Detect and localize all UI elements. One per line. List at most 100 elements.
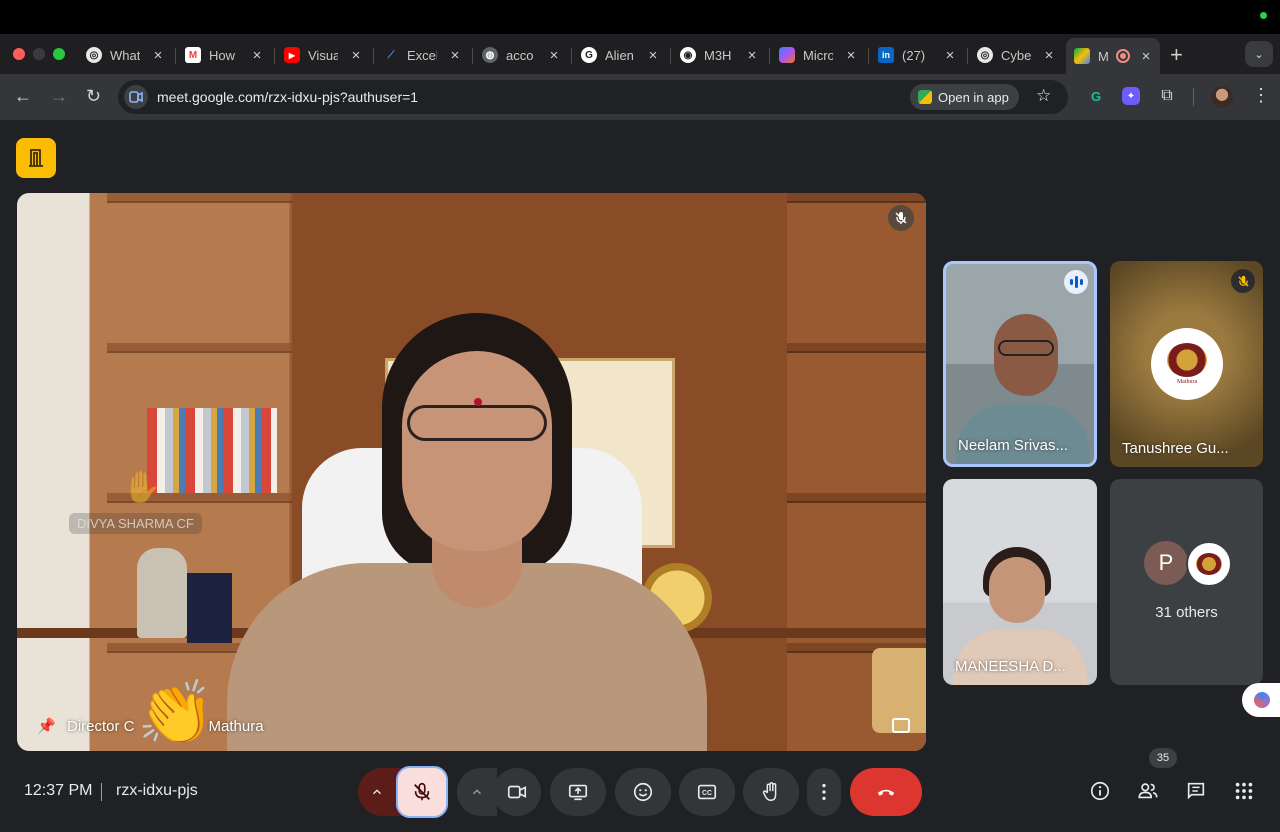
participant-name: Tanushree Gu...: [1122, 440, 1229, 457]
globe-icon: ◍: [482, 47, 498, 63]
present-screen-button[interactable]: [550, 768, 606, 816]
close-tab-icon[interactable]: ×: [647, 47, 659, 64]
captions-icon: CC: [697, 784, 717, 800]
participant-name: MANEESHA D...: [955, 658, 1066, 675]
hang-up-icon: [877, 789, 895, 796]
new-tab-button[interactable]: +: [1170, 42, 1183, 68]
participant-tile[interactable]: Mathura Tanushree Gu...: [1110, 261, 1263, 467]
chrome-menu-icon[interactable]: ⋮: [1252, 85, 1270, 106]
tab-chatgpt[interactable]: ◎ What ×: [86, 40, 176, 70]
activities-button[interactable]: [1231, 778, 1257, 804]
tab-podcast[interactable]: ◉ M3H ×: [680, 40, 770, 70]
ai-extension-icon[interactable]: ✦: [1122, 87, 1140, 105]
tab-grammarly[interactable]: G Alien ×: [581, 40, 671, 70]
profile-avatar[interactable]: [1211, 86, 1233, 108]
participant-tile[interactable]: Neelam Srivas...: [943, 261, 1097, 467]
close-tab-icon[interactable]: ×: [548, 47, 560, 64]
tab-title: M3H: [704, 47, 732, 63]
chatgpt-icon: ◎: [86, 47, 102, 63]
tab-cyber[interactable]: ◎ Cybe ×: [977, 40, 1055, 70]
meeting-time: 12:37 PM: [24, 782, 93, 799]
tab-excel[interactable]: ⟋ Excel ×: [383, 40, 473, 70]
leave-call-button[interactable]: [850, 768, 922, 816]
fit-to-frame-icon[interactable]: [892, 718, 910, 733]
reactions-button[interactable]: [615, 768, 671, 816]
close-window-button[interactable]: [13, 48, 25, 60]
emoji-icon: [633, 782, 653, 802]
recording-icon: [1116, 49, 1130, 63]
avatar: [1186, 541, 1232, 587]
url-text: meet.google.com/rzx-idxu-pjs?authuser=1: [157, 89, 419, 105]
tab-search-button[interactable]: ⌄: [1245, 41, 1273, 67]
main-video-tile[interactable]: ✋ DIVYA SHARMA CF 📌 Director C Mathura 👏: [17, 193, 926, 751]
site-info-icon[interactable]: [124, 85, 148, 109]
close-tab-icon[interactable]: ×: [152, 47, 164, 64]
address-bar[interactable]: meet.google.com/rzx-idxu-pjs?authuser=1 …: [118, 80, 1068, 114]
speaker-person: [227, 313, 707, 751]
people-button[interactable]: [1135, 778, 1161, 804]
camera-icon: [507, 785, 527, 799]
youtube-icon: ▶: [284, 47, 300, 63]
close-tab-icon[interactable]: ×: [944, 47, 956, 64]
back-icon[interactable]: ←: [14, 86, 32, 107]
apps-grid-icon: [1235, 782, 1253, 800]
participant-name: Neelam Srivas...: [958, 437, 1069, 454]
more-options-button[interactable]: [807, 768, 841, 816]
camera-indicator-icon: [1260, 12, 1267, 19]
extensions-puzzle-icon[interactable]: ⧉: [1158, 87, 1176, 105]
tab-account[interactable]: ◍ acco ×: [482, 40, 572, 70]
tab-title: Micro: [803, 47, 833, 63]
tab-title: acco: [506, 47, 534, 63]
speaker-name-head: Director C: [67, 718, 135, 735]
meet-control-bar: 12:37 PM rzx-idxu-pjs CC 35: [0, 748, 1280, 832]
participant-tile[interactable]: MANEESHA D...: [943, 479, 1097, 685]
present-icon: [568, 784, 588, 801]
tab-meet-active[interactable]: M ×: [1066, 38, 1160, 74]
open-in-app-button[interactable]: Open in app: [910, 84, 1019, 110]
divider: [101, 783, 102, 801]
close-tab-icon[interactable]: ×: [449, 47, 461, 64]
hand-icon: [762, 782, 777, 801]
microphone-toggle-button[interactable]: [396, 766, 448, 818]
meet-icon: [1074, 48, 1090, 64]
chat-button[interactable]: [1183, 778, 1209, 804]
tab-linkedin[interactable]: in (27) ×: [878, 40, 968, 70]
linkedin-icon: in: [878, 47, 894, 63]
video-options-button[interactable]: [457, 768, 497, 816]
browser-toolbar: ← → ↻ meet.google.com/rzx-idxu-pjs?authu…: [0, 74, 1280, 120]
bookmark-star-icon[interactable]: ☆: [1036, 86, 1051, 106]
close-tab-icon[interactable]: ×: [1043, 47, 1055, 64]
meeting-details-button[interactable]: [1087, 778, 1113, 804]
tab-title: (27): [902, 47, 926, 63]
people-count-badge: 35: [1149, 748, 1177, 768]
tab-youtube[interactable]: ▶ Visua ×: [284, 40, 374, 70]
meet-app-icon: [918, 90, 932, 104]
raise-hand-button[interactable]: [743, 768, 799, 816]
avatar: P: [1144, 541, 1188, 585]
captions-button[interactable]: CC: [679, 768, 735, 816]
meet-stage: ✋ DIVYA SHARMA CF 📌 Director C Mathura 👏 …: [0, 120, 1280, 832]
muted-mic-icon: [888, 205, 914, 231]
copilot-icon: [779, 47, 795, 63]
reload-icon[interactable]: ↻: [86, 86, 101, 107]
close-tab-icon[interactable]: ×: [746, 47, 758, 64]
meeting-door-button[interactable]: [16, 138, 56, 178]
clapping-reaction-icon: 👏: [137, 679, 215, 748]
forward-icon[interactable]: →: [50, 86, 68, 107]
close-tab-icon[interactable]: ×: [1140, 48, 1152, 65]
tab-copilot[interactable]: Micro ×: [779, 40, 869, 70]
pin-icon[interactable]: 📌: [37, 717, 56, 735]
close-tab-icon[interactable]: ×: [350, 47, 362, 64]
others-tile[interactable]: P 31 others: [1110, 479, 1263, 685]
grammarly-extension-icon[interactable]: G: [1087, 87, 1105, 105]
close-tab-icon[interactable]: ×: [251, 47, 263, 64]
camera-toggle-button[interactable]: [493, 768, 541, 816]
reaction-ghost-icon: ✋: [122, 469, 162, 505]
gemini-icon[interactable]: [1242, 683, 1280, 717]
minimize-window-button[interactable]: [33, 48, 45, 60]
tab-title: Visua: [308, 47, 338, 63]
tab-gmail[interactable]: M How ×: [185, 40, 275, 70]
fullscreen-window-button[interactable]: [53, 48, 65, 60]
tab-title: Alien: [605, 47, 634, 63]
close-tab-icon[interactable]: ×: [845, 47, 857, 64]
